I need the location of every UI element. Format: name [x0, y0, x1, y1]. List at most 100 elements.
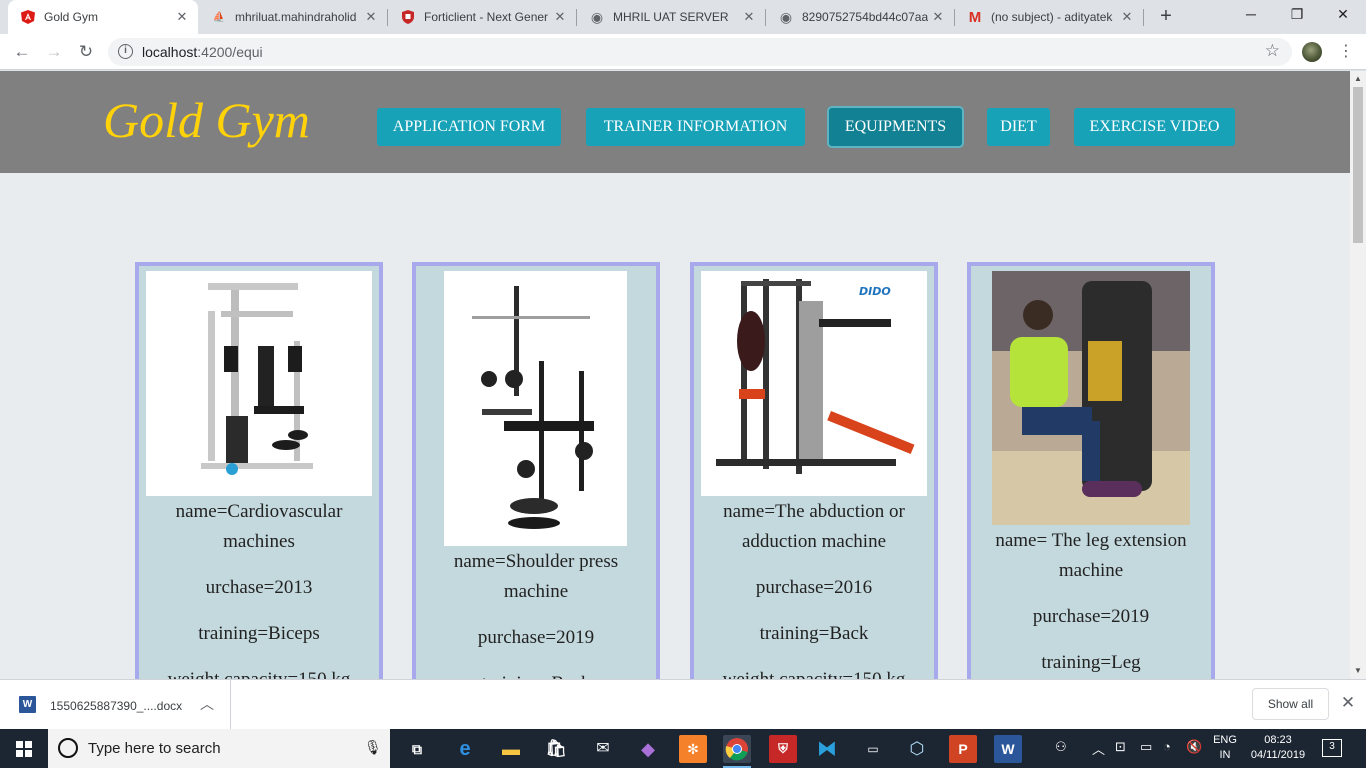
windows-taskbar: Type here to search 🎙 ⧉ e ▬ 🛍 ✉ ◆ ✻ ⛨ ⧓ … — [0, 729, 1366, 768]
scroll-thumb[interactable] — [1353, 87, 1363, 243]
equipment-weight: weight capacity=150 kg — [694, 665, 934, 679]
mail-icon[interactable]: ✉ — [589, 735, 617, 763]
equipment-photo: DIDO — [701, 271, 927, 496]
globe-icon: ◉ — [779, 8, 793, 25]
new-tab-icon[interactable]: + — [1154, 5, 1178, 29]
globe-icon: ◉ — [590, 8, 604, 25]
people-icon[interactable]: ⚇ — [1055, 739, 1067, 755]
phpmyadmin-icon: ⛵ — [212, 11, 226, 23]
paint-icon[interactable]: ⬡ — [903, 735, 931, 763]
vscode-icon[interactable]: ⧓ — [813, 735, 841, 763]
close-tab-icon[interactable]: ✕ — [361, 9, 381, 25]
close-downloads-icon[interactable]: ✕ — [1338, 693, 1358, 713]
site-logo[interactable]: Gold Gym — [103, 91, 310, 149]
equipment-card: name=Cardiovascular machines urchase=201… — [135, 262, 383, 679]
scroll-up-icon[interactable]: ▲ — [1350, 71, 1366, 87]
equipment-purchase: urchase=2013 — [205, 577, 313, 598]
file-explorer-icon[interactable]: ▬ — [497, 735, 525, 763]
download-item[interactable]: W 1550625887390_....docx ︿ — [0, 680, 231, 729]
close-tab-icon[interactable]: ✕ — [928, 9, 948, 25]
input-language[interactable]: ENG IN — [1212, 733, 1238, 763]
equipment-weight: weight capacity=150 kg — [139, 665, 379, 679]
browser-toolbar: ← → ↻ i localhost:4200/equi ☆ ⋮ — [0, 34, 1366, 70]
equipment-name: name= The leg extension machine — [995, 530, 1187, 581]
tab-gmail[interactable]: M (no subject) - adityatek ✕ — [955, 0, 1143, 34]
task-view-icon[interactable]: ⧉ — [403, 735, 431, 763]
site-header: Gold Gym APPLICATION FORM TRAINER INFORM… — [0, 71, 1350, 173]
gmail-icon: M — [968, 8, 982, 26]
nav-application-form[interactable]: APPLICATION FORM — [377, 108, 561, 146]
reload-icon[interactable]: ↻ — [74, 40, 98, 64]
close-tab-icon[interactable]: ✕ — [739, 9, 759, 25]
volume-muted-icon[interactable]: 🔇 — [1186, 739, 1202, 755]
page-scrollbar[interactable]: ▲ ▼ — [1350, 71, 1366, 679]
taskbar-search[interactable]: Type here to search 🎙 — [48, 729, 390, 768]
equipment-name: name=The abduction or adduction machine — [723, 501, 905, 552]
tab-phpmyadmin[interactable]: ⛵ mhriluat.mahindraholid ✕ — [199, 0, 387, 34]
tab-gold-gym[interactable]: Gold Gym ✕ — [8, 0, 198, 34]
forticlient-icon — [400, 9, 416, 25]
angular-icon — [20, 9, 36, 25]
equipment-photo — [992, 271, 1190, 525]
edge-icon[interactable]: e — [451, 735, 479, 763]
equipment-photo — [444, 271, 627, 546]
wifi-icon[interactable]: ◔ — [1163, 739, 1171, 754]
system-clock[interactable]: 08:23 04/11/2019 — [1246, 733, 1310, 763]
visual-studio-icon[interactable]: ◆ — [634, 735, 662, 763]
network-icon[interactable]: ⊡ — [1115, 739, 1126, 755]
xampp-icon[interactable]: ✻ — [679, 735, 707, 763]
downloads-bar: W 1550625887390_....docx ︿ Show all ✕ — [0, 679, 1366, 729]
profile-avatar[interactable] — [1302, 42, 1322, 62]
powerpoint-icon[interactable]: P — [949, 735, 977, 763]
tab-mhril-uat[interactable]: ◉ MHRIL UAT SERVER ✕ — [577, 0, 765, 34]
equipment-photo — [146, 271, 372, 496]
chrome-icon[interactable] — [723, 735, 751, 763]
nav-diet[interactable]: DIET — [987, 108, 1050, 146]
tab-forticlient[interactable]: Forticlient - Next Gener ✕ — [388, 0, 576, 34]
forward-icon[interactable]: → — [42, 40, 66, 64]
word-doc-icon: W — [19, 696, 36, 713]
word-icon[interactable]: W — [994, 735, 1022, 763]
terminal-icon[interactable]: ▭ — [859, 735, 887, 763]
nav-equipments[interactable]: EQUIPMENTS — [829, 108, 962, 146]
equipment-purchase: purchase=2016 — [755, 577, 873, 598]
battery-icon[interactable]: ▭ — [1140, 739, 1152, 755]
chevron-up-icon[interactable]: ︿ — [1092, 739, 1105, 758]
nav-exercise-video[interactable]: EXERCISE VIDEO — [1074, 108, 1235, 146]
forticlient-icon[interactable]: ⛨ — [769, 735, 797, 763]
chevron-up-icon[interactable]: ︿ — [200, 694, 214, 714]
start-button[interactable] — [0, 729, 48, 768]
equipment-details: name=Shoulder press machine purchase=201… — [416, 547, 656, 679]
url-text[interactable]: localhost:4200/equi — [142, 44, 263, 60]
cortana-icon — [58, 738, 78, 758]
equipment-details: name=Cardiovascular machines urchase=201… — [139, 497, 379, 679]
action-center-icon[interactable]: 3 — [1322, 739, 1342, 757]
microphone-icon[interactable]: 🎙 — [364, 739, 382, 756]
equipment-training: training=Leg — [1041, 652, 1141, 673]
address-bar[interactable]: i localhost:4200/equi ☆ — [108, 38, 1292, 66]
more-menu-icon[interactable]: ⋮ — [1338, 40, 1354, 64]
bookmark-star-icon[interactable]: ☆ — [1265, 41, 1280, 61]
show-all-button[interactable]: Show all — [1252, 688, 1329, 720]
close-tab-icon[interactable]: ✕ — [550, 9, 570, 25]
equipment-card: name=Shoulder press machine purchase=201… — [412, 262, 660, 679]
equipment-name: name=Shoulder press machine — [453, 551, 619, 602]
equipment-card: name= The leg extension machine purchase… — [967, 262, 1215, 679]
close-tab-icon[interactable]: ✕ — [172, 9, 192, 25]
minimize-icon[interactable]: ─ — [1228, 0, 1274, 30]
scroll-down-icon[interactable]: ▼ — [1350, 663, 1366, 679]
tab-separator — [1143, 9, 1144, 26]
equipment-details: name=The abduction or adduction machine … — [694, 497, 934, 679]
close-tab-icon[interactable]: ✕ — [1117, 9, 1137, 25]
nav-trainer-information[interactable]: TRAINER INFORMATION — [586, 108, 805, 146]
equipment-training: training=Back — [759, 623, 869, 644]
tab-hash[interactable]: ◉ 8290752754bd44c07aa ✕ — [766, 0, 954, 34]
info-icon[interactable]: i — [118, 44, 133, 59]
equipment-purchase: purchase=2019 — [477, 627, 595, 648]
restore-icon[interactable]: ❐ — [1274, 0, 1320, 30]
store-icon[interactable]: 🛍 — [542, 735, 570, 763]
back-icon[interactable]: ← — [10, 40, 34, 64]
close-window-icon[interactable]: ✕ — [1320, 0, 1366, 30]
windows-logo-icon — [16, 741, 32, 757]
svg-text:DIDO: DIDO — [859, 285, 891, 298]
